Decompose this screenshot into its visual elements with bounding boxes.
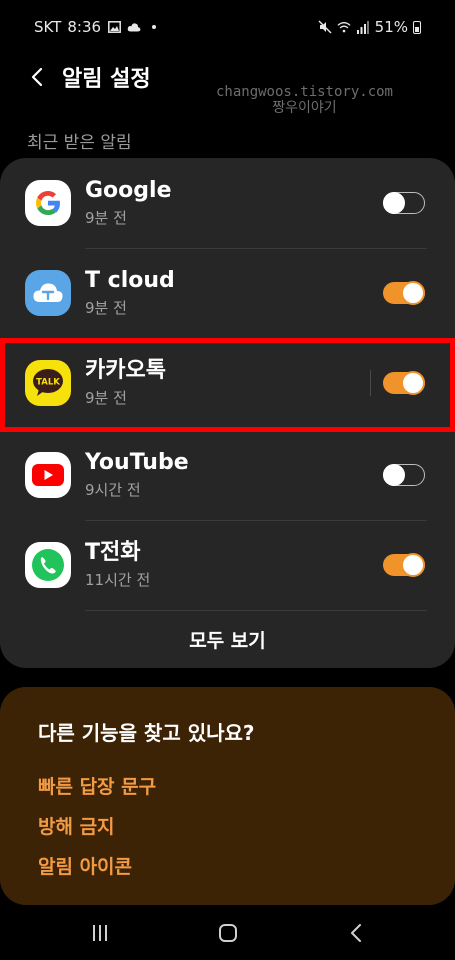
recents-button[interactable] (80, 913, 120, 953)
toggle-google[interactable] (383, 192, 425, 214)
toggle-tphone[interactable] (383, 553, 425, 577)
watermark-url: changwoos.tistory.com (215, 84, 393, 100)
wifi-icon (337, 20, 351, 34)
youtube-icon (25, 452, 71, 498)
back-arrow-icon (351, 923, 361, 942)
toggle-youtube[interactable] (383, 464, 425, 486)
app-time: 9분 전 (85, 209, 127, 227)
quick-reply-link[interactable]: 빠른 답장 문구 (38, 772, 156, 799)
battery-percent: 51% (374, 18, 408, 36)
home-button[interactable] (208, 913, 248, 953)
status-bar: SKT 8:36 51% (0, 0, 455, 54)
see-all-button[interactable]: 모두 보기 (0, 610, 455, 668)
home-icon (219, 923, 237, 942)
app-row-tcloud[interactable]: T cloud 9분 전 (0, 248, 455, 338)
app-name: T cloud (85, 268, 175, 293)
clock: 8:36 (67, 18, 102, 36)
tcloud-icon (25, 270, 71, 316)
do-not-disturb-link[interactable]: 방해 금지 (38, 812, 115, 839)
page-title: 알림 설정 (62, 67, 151, 92)
cloud-icon (127, 20, 141, 34)
watermark-name: 짱우이야기 (272, 100, 337, 116)
app-time: 11시간 전 (85, 571, 151, 589)
app-time: 9분 전 (85, 299, 127, 317)
app-time: 9시간 전 (85, 481, 141, 499)
navigation-bar (0, 905, 455, 960)
section-label: 최근 받은 알림 (27, 133, 132, 153)
gallery-icon (107, 20, 121, 34)
google-icon (25, 180, 71, 226)
app-name: YouTube (85, 450, 189, 475)
other-features-card: 다른 기능을 찾고 있나요? 빠른 답장 문구 방해 금지 알림 아이콘 (0, 687, 455, 905)
tphone-icon (25, 542, 71, 588)
chevron-left-icon (31, 67, 43, 87)
highlight-box (0, 338, 455, 432)
app-row-google[interactable]: Google 9분 전 (0, 158, 455, 248)
other-features-title: 다른 기능을 찾고 있나요? (38, 721, 255, 745)
app-name: Google (85, 178, 172, 203)
carrier-label: SKT (34, 18, 62, 36)
toggle-tcloud[interactable] (383, 281, 425, 305)
dot-icon (147, 20, 161, 34)
battery-icon (413, 20, 421, 34)
back-button[interactable] (22, 62, 52, 92)
app-name: T전화 (85, 540, 141, 565)
notification-icons-link[interactable]: 알림 아이콘 (38, 852, 132, 879)
mute-icon (318, 20, 332, 34)
app-row-youtube[interactable]: YouTube 9시간 전 (0, 430, 455, 520)
nav-back-button[interactable] (336, 913, 376, 953)
signal-icon (356, 20, 370, 34)
app-row-tphone[interactable]: T전화 11시간 전 (0, 520, 455, 610)
watermark: changwoos.tistory.com 짱우이야기 (216, 84, 393, 116)
recents-icon (93, 924, 107, 941)
